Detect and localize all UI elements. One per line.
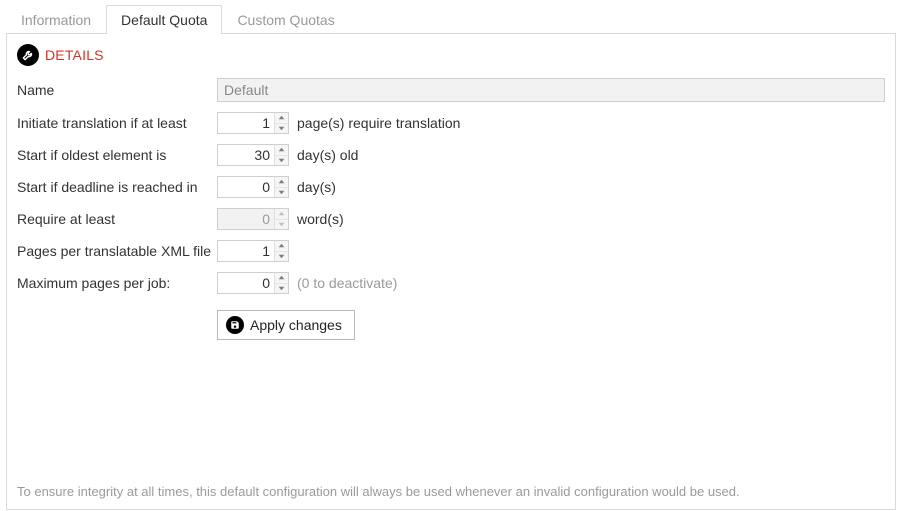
stepper-up-button[interactable] [275, 113, 288, 124]
ppx-stepper[interactable] [217, 240, 289, 262]
initiate-pages-input[interactable] [218, 113, 274, 133]
name-input [217, 78, 885, 102]
maxjob-stepper[interactable] [217, 272, 289, 294]
stepper-down-button[interactable] [275, 124, 288, 134]
oldest-suffix: day(s) old [297, 147, 358, 163]
oldest-days-input[interactable] [218, 145, 274, 165]
tabs-bar: Information Default Quota Custom Quotas [6, 4, 896, 34]
words-input [218, 209, 274, 229]
deadline-suffix: day(s) [297, 179, 336, 195]
tab-custom-quotas[interactable]: Custom Quotas [222, 5, 349, 34]
label-oldest: Start if oldest element is [17, 147, 217, 163]
tab-information[interactable]: Information [6, 5, 106, 34]
initiate-pages-stepper[interactable] [217, 112, 289, 134]
stepper-down-button[interactable] [275, 188, 288, 198]
maxjob-input[interactable] [218, 273, 274, 293]
ppx-input[interactable] [218, 241, 274, 261]
tab-label: Default Quota [121, 12, 207, 28]
details-header: DETAILS [17, 44, 885, 66]
footer-note: To ensure integrity at all times, this d… [17, 484, 885, 499]
label-name: Name [17, 82, 217, 98]
apply-changes-label: Apply changes [250, 317, 342, 333]
label-ppx: Pages per translatable XML file [17, 243, 217, 259]
maxjob-suffix: (0 to deactivate) [297, 275, 397, 291]
apply-changes-button[interactable]: Apply changes [217, 310, 355, 340]
wrench-icon [17, 44, 39, 66]
stepper-down-button[interactable] [275, 156, 288, 166]
details-title: DETAILS [45, 47, 104, 63]
oldest-days-stepper[interactable] [217, 144, 289, 166]
words-suffix: word(s) [297, 211, 344, 227]
label-initiate: Initiate translation if at least [17, 115, 217, 131]
tab-label: Information [21, 12, 91, 28]
stepper-down-button [275, 220, 288, 230]
stepper-up-button[interactable] [275, 273, 288, 284]
stepper-down-button[interactable] [275, 284, 288, 294]
label-deadline: Start if deadline is reached in [17, 179, 217, 195]
stepper-up-button[interactable] [275, 177, 288, 188]
words-stepper [217, 208, 289, 230]
tab-default-quota[interactable]: Default Quota [106, 5, 222, 34]
tab-label: Custom Quotas [237, 12, 334, 28]
save-icon [226, 316, 244, 334]
stepper-down-button[interactable] [275, 252, 288, 262]
initiate-suffix: page(s) require translation [297, 115, 460, 131]
deadline-days-input[interactable] [218, 177, 274, 197]
deadline-days-stepper[interactable] [217, 176, 289, 198]
tab-panel-default-quota: DETAILS Name Initiate translation if at … [6, 34, 896, 510]
details-form: Name Initiate translation if at least [17, 78, 885, 340]
label-maxjob: Maximum pages per job: [17, 275, 217, 291]
stepper-up-button [275, 209, 288, 220]
stepper-up-button[interactable] [275, 145, 288, 156]
label-words: Require at least [17, 211, 217, 227]
stepper-up-button[interactable] [275, 241, 288, 252]
